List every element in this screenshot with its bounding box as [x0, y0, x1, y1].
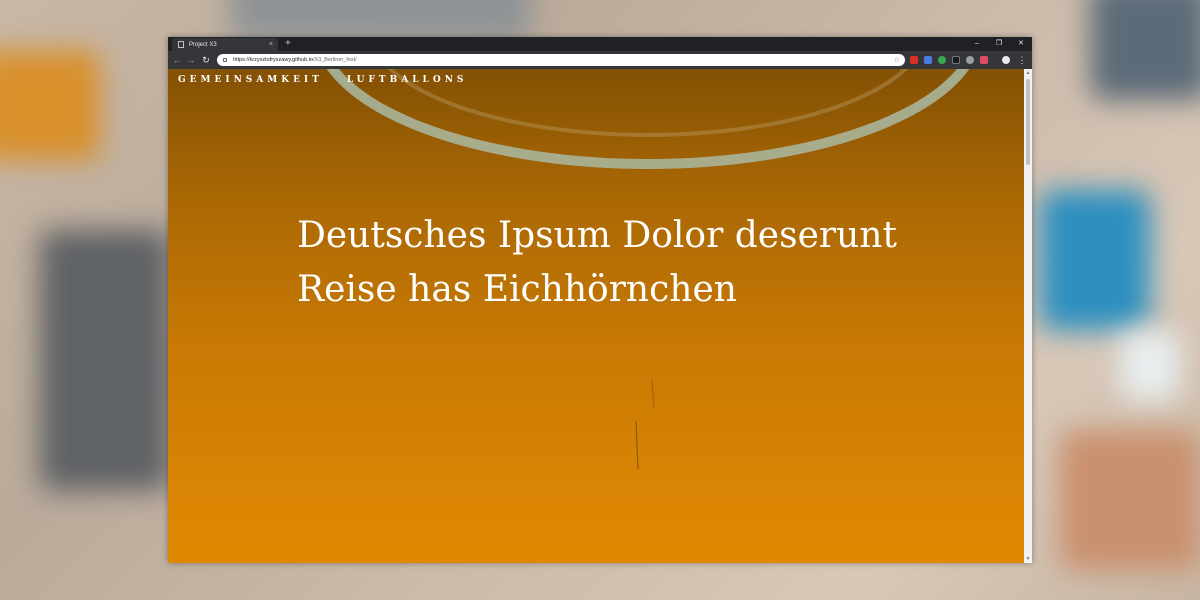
close-window-button[interactable]: ✕	[1010, 37, 1032, 51]
extension-dark-icon[interactable]	[952, 56, 960, 64]
minimize-button[interactable]: –	[966, 37, 988, 51]
hand-blob	[1060, 430, 1200, 570]
bookmark-star-icon[interactable]: ☆	[894, 56, 900, 64]
browser-toolbar: ← → ↻ https://krzysztofryszawy.github.io…	[168, 51, 1032, 69]
laptop-top-blob	[230, 0, 530, 40]
hero-line-2: Reise has Eichhörnchen	[297, 269, 737, 310]
extension-green-icon[interactable]	[938, 56, 946, 64]
paper-blob	[1120, 330, 1180, 400]
tablet-blob	[1040, 190, 1150, 330]
back-icon[interactable]: ←	[170, 53, 184, 67]
url-text: https://krzysztofryszawy.github.io/X3_Be…	[233, 57, 894, 63]
tab-title: Project X3	[189, 41, 217, 48]
forward-icon[interactable]: →	[184, 53, 198, 67]
browser-tab[interactable]: Project X3 ×	[172, 38, 278, 51]
address-bar[interactable]: https://krzysztofryszawy.github.io/X3_Be…	[217, 54, 905, 66]
scroll-up-arrow-icon[interactable]: ▲	[1024, 69, 1032, 77]
page-icon	[178, 41, 184, 48]
reload-icon[interactable]: ↻	[199, 53, 213, 67]
scratch-2	[651, 378, 655, 410]
restore-button[interactable]: ❐	[988, 37, 1010, 51]
laptop-right-blob	[1090, 0, 1200, 100]
page-viewport: GEMEINSAMKEIT LUFTBALLONS Deutsches Ipsu…	[168, 69, 1024, 563]
profile-avatar-icon[interactable]	[1002, 56, 1010, 64]
lock-icon	[223, 58, 227, 62]
new-tab-button[interactable]: +	[285, 37, 291, 51]
hero-heading: Deutsches Ipsum Dolor deserunt Reise has…	[297, 209, 937, 317]
extension-adblock-icon[interactable]	[910, 56, 918, 64]
vertical-scrollbar[interactable]: ▲ ▼	[1024, 69, 1032, 563]
scroll-down-arrow-icon[interactable]: ▼	[1024, 555, 1032, 563]
url-path: /X3_Berliner_fest/	[312, 57, 357, 63]
url-host: https://krzysztofryszawy.github.io	[233, 57, 313, 63]
site-nav: GEMEINSAMKEIT LUFTBALLONS	[178, 75, 467, 85]
extension-translate-icon[interactable]	[924, 56, 932, 64]
tab-close-icon[interactable]: ×	[269, 41, 273, 48]
nav-link-gemeinsamkeit[interactable]: GEMEINSAMKEIT	[178, 75, 323, 85]
notebook-blob	[0, 50, 100, 160]
extension-gear-icon[interactable]	[966, 56, 974, 64]
menu-icon[interactable]: ⋮	[1016, 53, 1028, 67]
scratch-1	[635, 420, 639, 470]
nav-link-luftballons[interactable]: LUFTBALLONS	[347, 75, 468, 85]
laptop-keyboard-blob	[40, 230, 170, 490]
hero-line-1: Deutsches Ipsum Dolor deserunt	[297, 215, 897, 256]
browser-window: Project X3 × + – ❐ ✕ ← → ↻ https://krzys…	[168, 37, 1032, 563]
tab-strip: Project X3 × + – ❐ ✕	[168, 37, 1032, 51]
scrollbar-thumb[interactable]	[1026, 79, 1030, 165]
extension-pink-icon[interactable]	[980, 56, 988, 64]
